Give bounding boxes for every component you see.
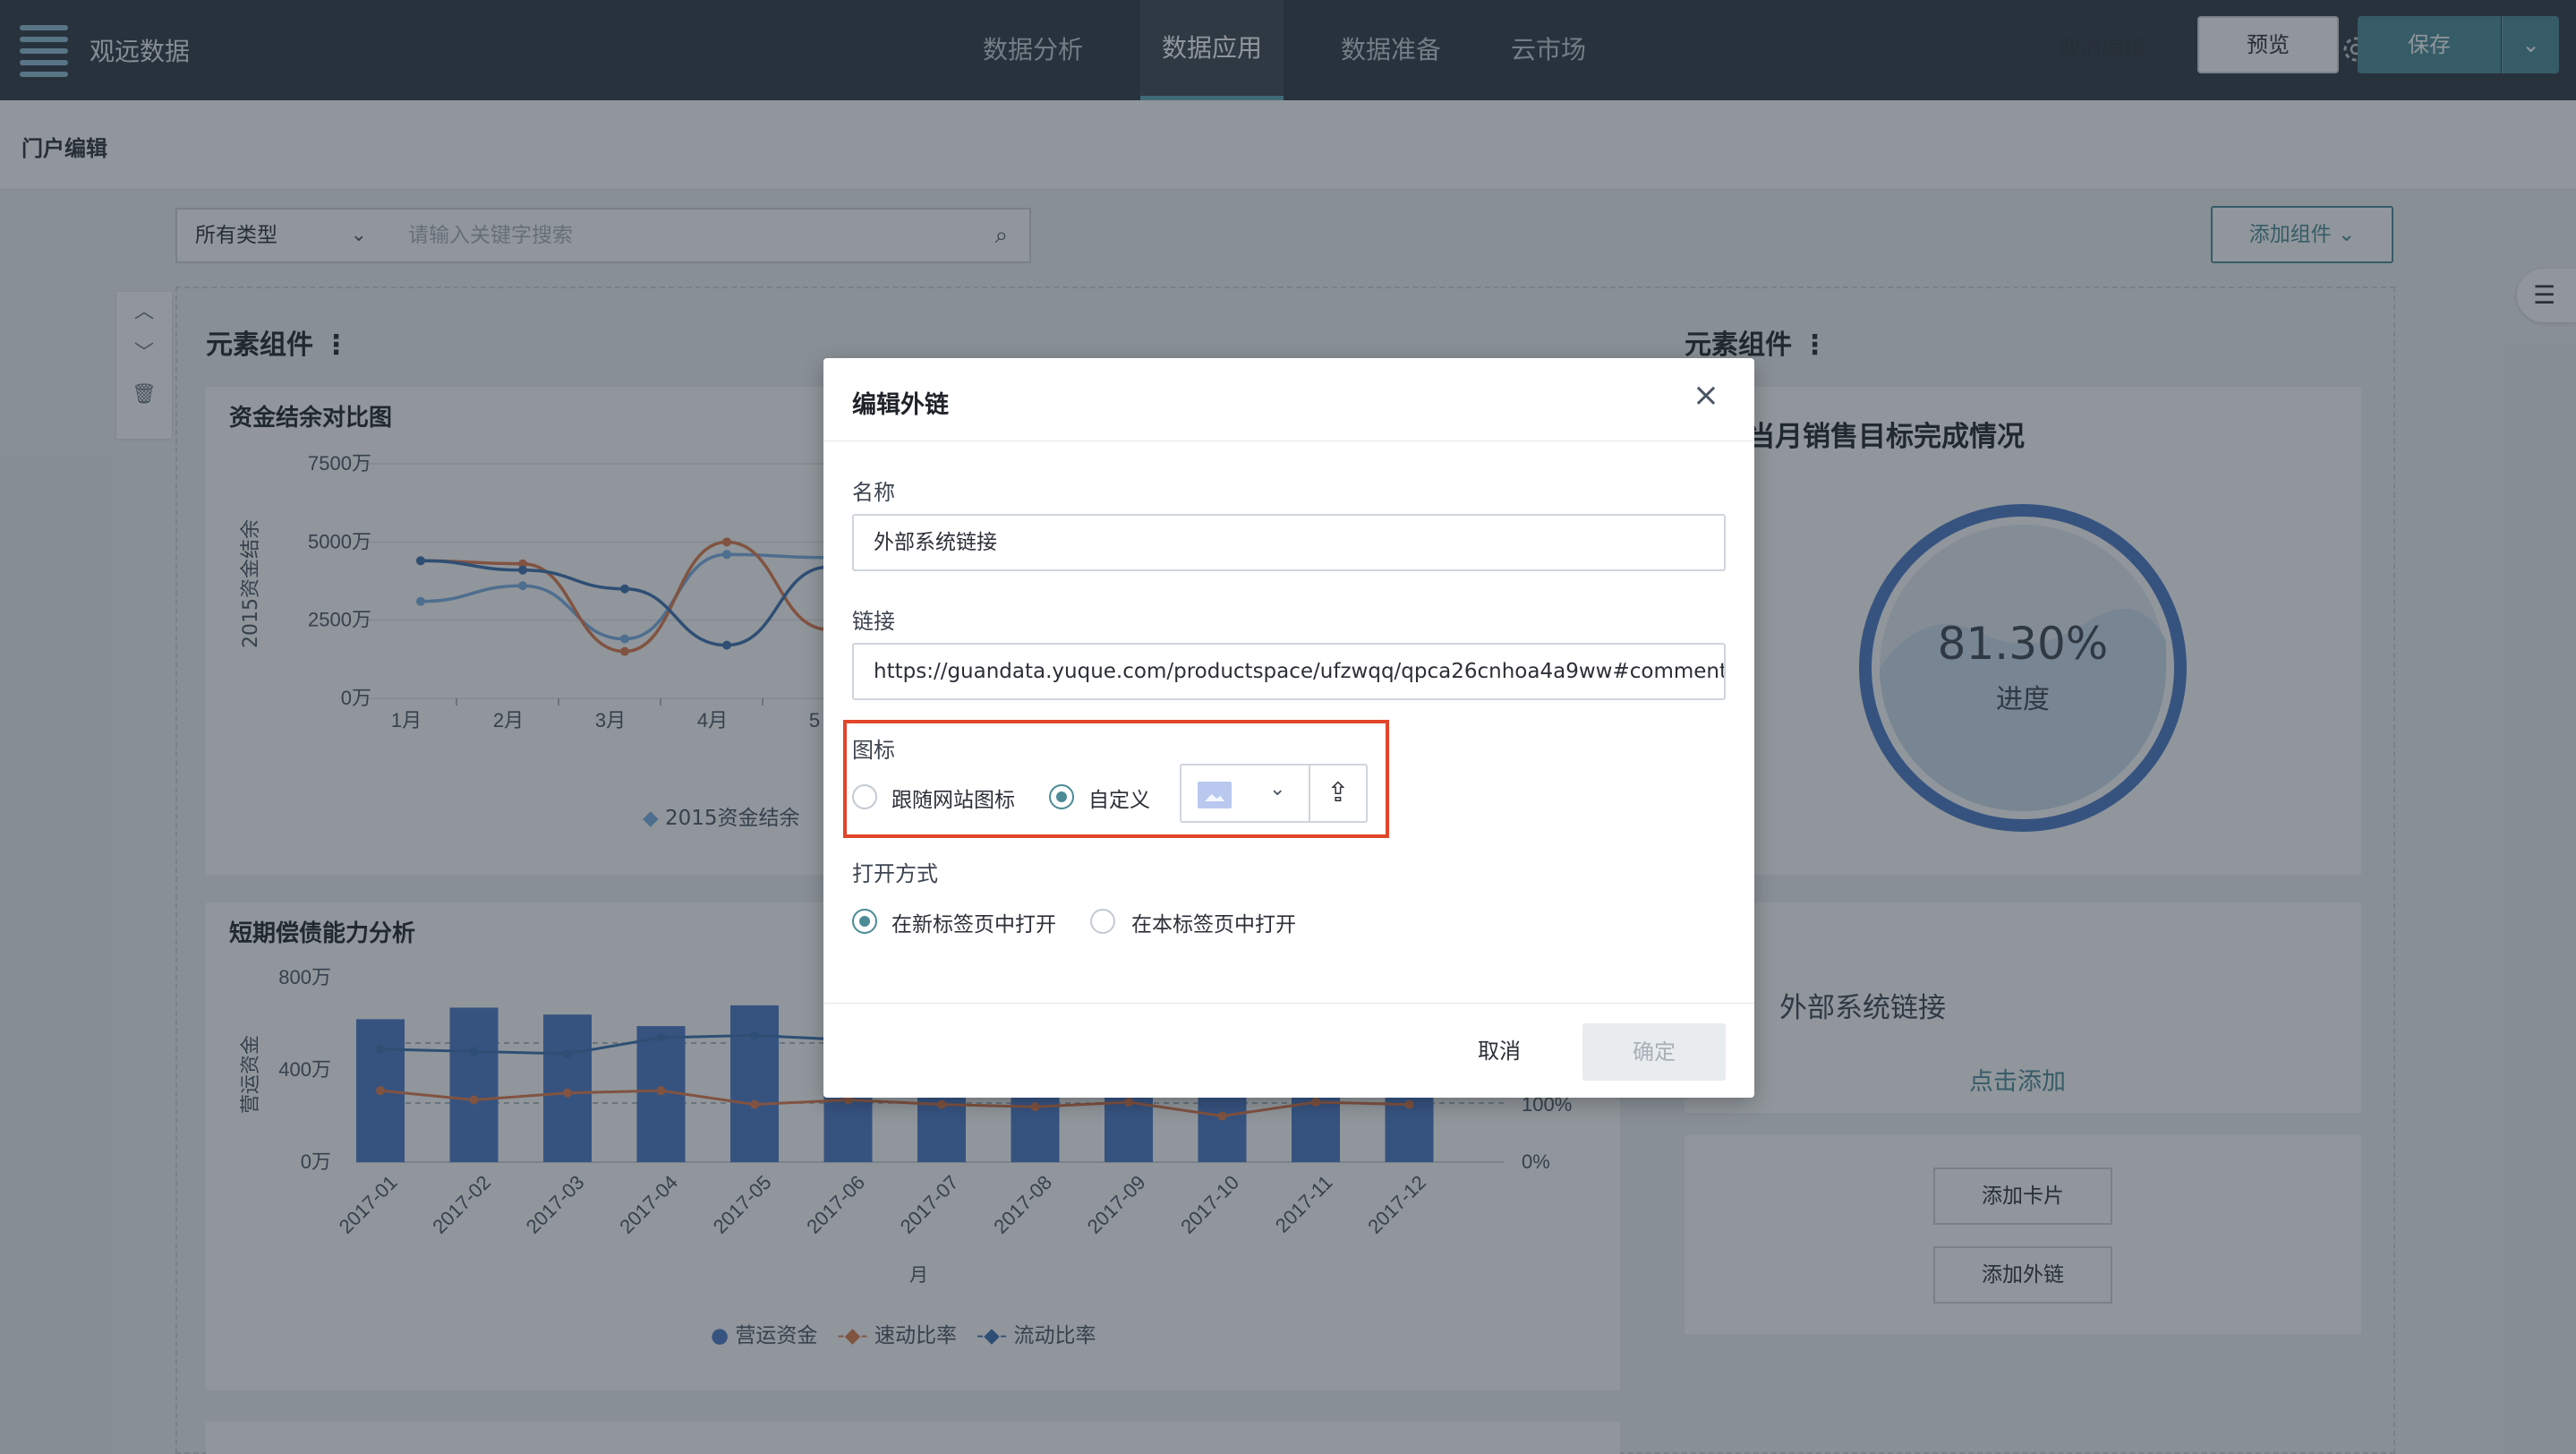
name-field[interactable]: 外部系统链接 (852, 514, 1726, 571)
modal-title: 编辑外链 (852, 391, 949, 419)
open-mode-label: 打开方式 (852, 861, 938, 886)
name-label: 名称 (852, 480, 895, 505)
divider (823, 440, 1754, 441)
radio-label-open-same-tab[interactable]: 在本标签页中打开 (1131, 907, 1296, 937)
link-field[interactable]: https://guandata.yuque.com/productspace/… (852, 643, 1726, 700)
modal-cancel-button[interactable]: 取消 (1450, 1024, 1548, 1078)
divider (823, 1003, 1754, 1004)
radio-open-same-tab[interactable] (1090, 909, 1115, 934)
highlight-box (843, 720, 1389, 838)
modal-ok-button[interactable]: 确定 (1582, 1023, 1726, 1081)
link-label: 链接 (852, 609, 895, 634)
close-icon[interactable]: × (1688, 378, 1724, 414)
radio-label-open-new-tab[interactable]: 在新标签页中打开 (891, 907, 1056, 937)
radio-open-new-tab[interactable] (852, 909, 877, 934)
